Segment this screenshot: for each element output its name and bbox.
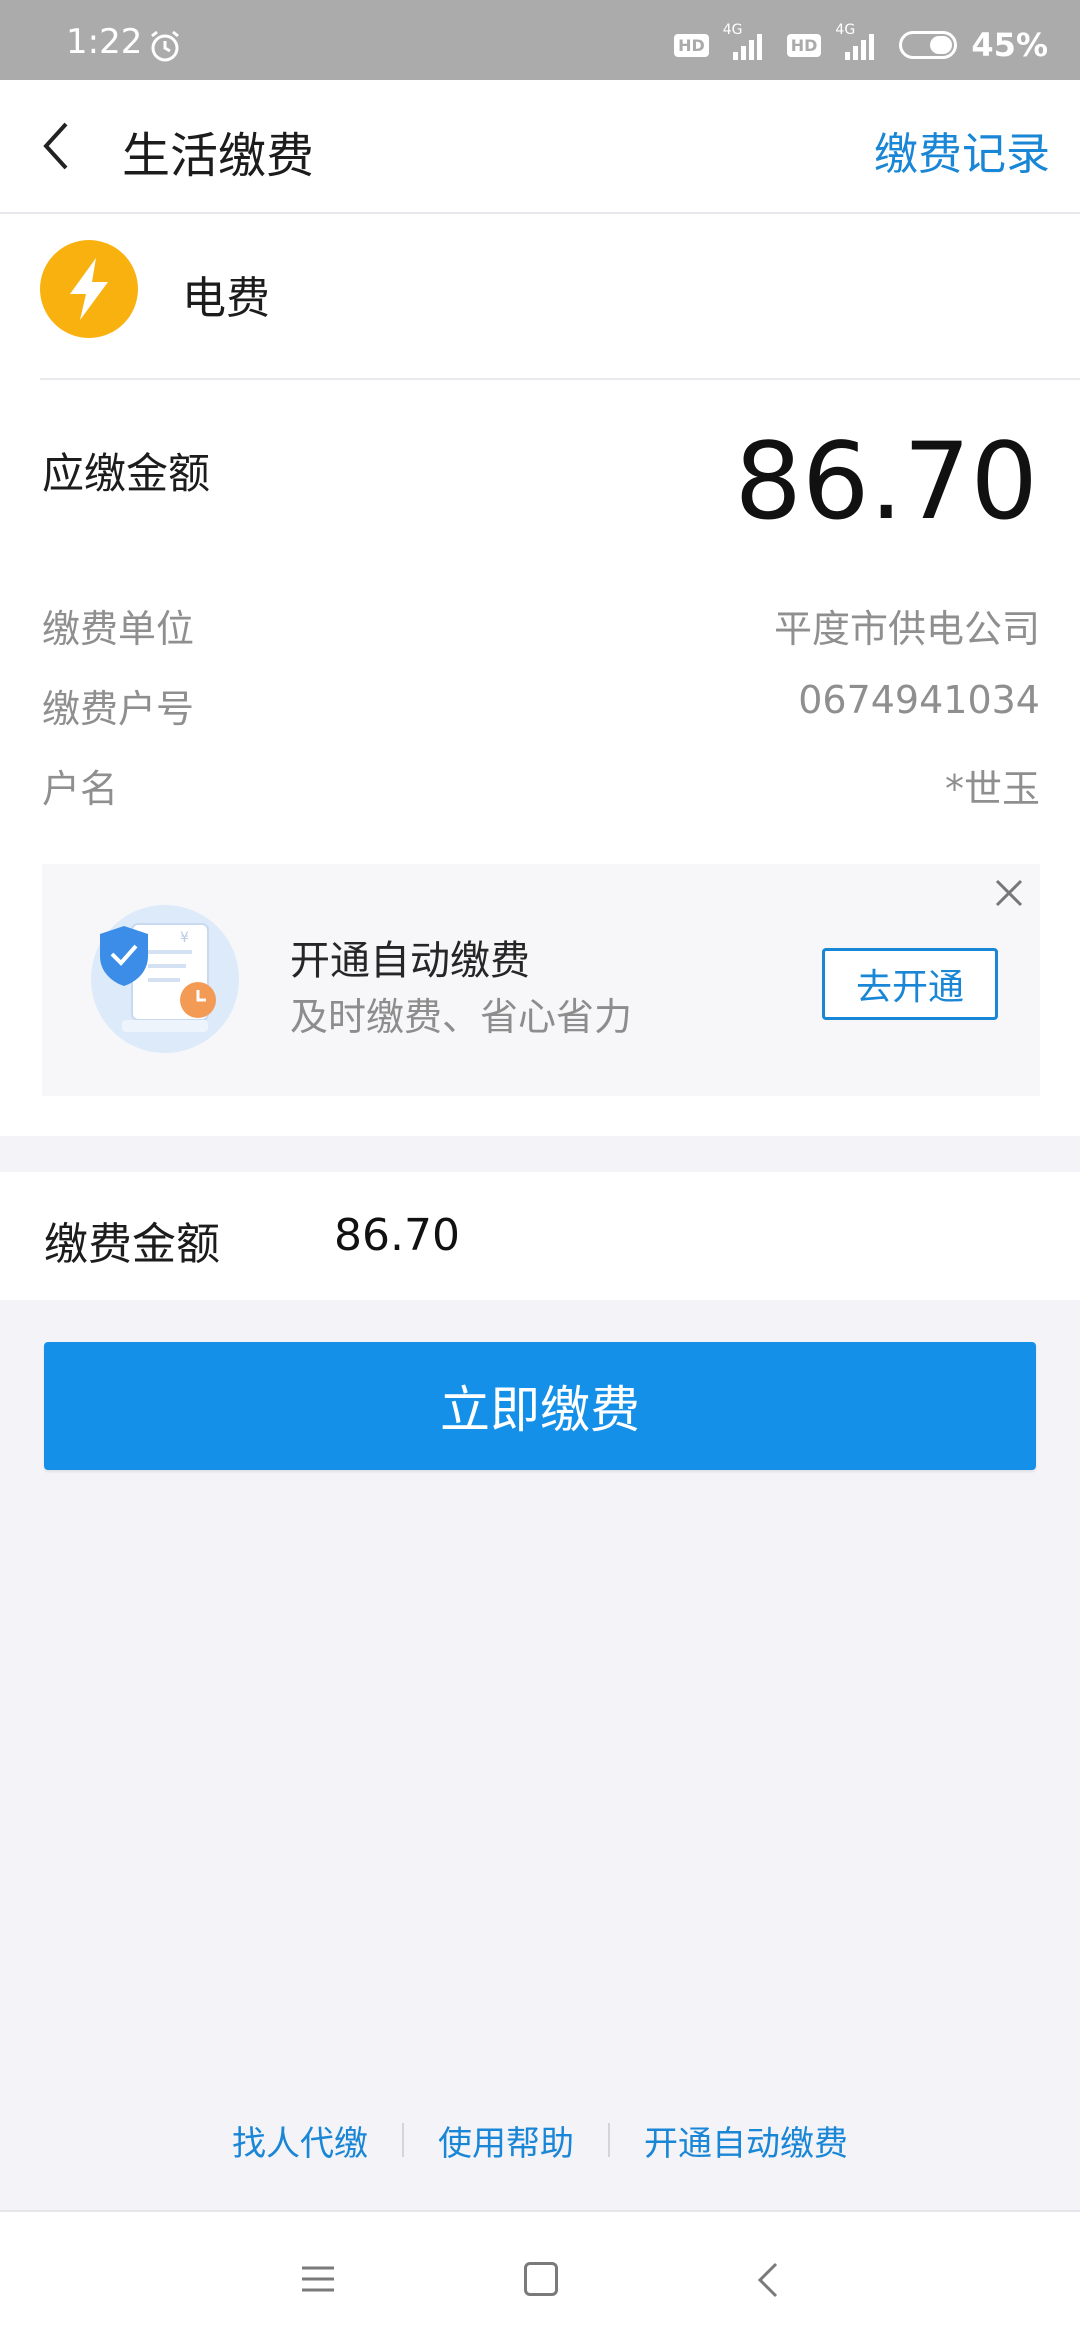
auto-pay-illustration-icon: ¥ xyxy=(91,905,239,1053)
help-link[interactable]: 使用帮助 xyxy=(438,2116,574,2165)
nav-bar: 生活缴费 缴费记录 xyxy=(0,80,1080,214)
promo-title: 开通自动缴费 xyxy=(290,938,530,984)
electricity-icon xyxy=(40,240,138,338)
info-row-company: 缴费单位 平度市供电公司 xyxy=(42,598,1040,658)
close-icon[interactable] xyxy=(994,878,1024,908)
battery-percent: 45% xyxy=(971,26,1048,64)
info-value: 0674941034 xyxy=(798,678,1040,722)
info-row-account: 缴费户号 0674941034 xyxy=(42,678,1040,738)
system-nav-bar xyxy=(0,2210,1080,2340)
status-indicators: HD 4G HD 4G 45% xyxy=(674,22,1048,64)
info-key: 户名 xyxy=(42,767,119,811)
enable-auto-pay-button[interactable]: 去开通 xyxy=(822,948,998,1020)
hd-badge: HD xyxy=(674,33,709,57)
info-value: 平度市供电公司 xyxy=(773,607,1040,651)
network-type: 4G xyxy=(722,22,743,38)
pay-now-button[interactable]: 立即缴费 xyxy=(44,1342,1036,1470)
footer-links: 找人代缴 使用帮助 开通自动缴费 xyxy=(0,2110,1080,2170)
amount-due-value: 86.70 xyxy=(734,420,1038,543)
payment-amount-input[interactable]: 86.70 xyxy=(334,1210,460,1261)
back-arrow-icon[interactable] xyxy=(36,116,76,176)
auto-pay-link[interactable]: 开通自动缴费 xyxy=(644,2116,848,2165)
network-type: 4G xyxy=(835,22,856,38)
info-key: 缴费单位 xyxy=(42,607,195,651)
battery-fill xyxy=(930,36,953,54)
page-title: 生活缴费 xyxy=(122,128,315,184)
payment-amount-label: 缴费金额 xyxy=(44,1219,220,1270)
bill-header: 电费 xyxy=(40,214,1080,380)
find-payer-link[interactable]: 找人代缴 xyxy=(232,2116,368,2165)
info-key: 缴费户号 xyxy=(42,687,195,731)
battery-icon xyxy=(899,31,958,59)
currency-mark: ¥ xyxy=(180,930,189,946)
menu-icon[interactable] xyxy=(300,2264,336,2294)
auto-pay-promo: ¥ 开通自动缴费 及时缴费、省心省力 去开通 xyxy=(42,864,1040,1096)
amount-due-label: 应缴金额 xyxy=(42,449,211,498)
bill-type-name: 电费 xyxy=(182,273,270,324)
status-time: 1:22 xyxy=(66,22,143,62)
signal-icon: 4G xyxy=(835,22,885,60)
divider xyxy=(608,2123,610,2157)
status-bar: 1:22 HD 4G HD 4G 45% xyxy=(0,0,1080,80)
promo-subtitle: 及时缴费、省心省力 xyxy=(290,995,633,1039)
divider xyxy=(402,2123,404,2157)
info-value: *世玉 xyxy=(944,767,1040,811)
info-row-name: 户名 *世玉 xyxy=(42,758,1040,818)
home-icon[interactable] xyxy=(524,2262,558,2296)
signal-icon: 4G xyxy=(723,22,773,60)
payment-amount-row: 缴费金额 86.70 xyxy=(0,1172,1080,1300)
back-icon[interactable] xyxy=(756,2260,780,2300)
hd-badge: HD xyxy=(786,33,822,57)
alarm-icon xyxy=(151,30,179,62)
payment-record-link[interactable]: 缴费记录 xyxy=(874,118,1050,182)
bill-card: 电费 应缴金额 86.70 缴费单位 平度市供电公司 缴费户号 06749410… xyxy=(0,214,1080,1136)
